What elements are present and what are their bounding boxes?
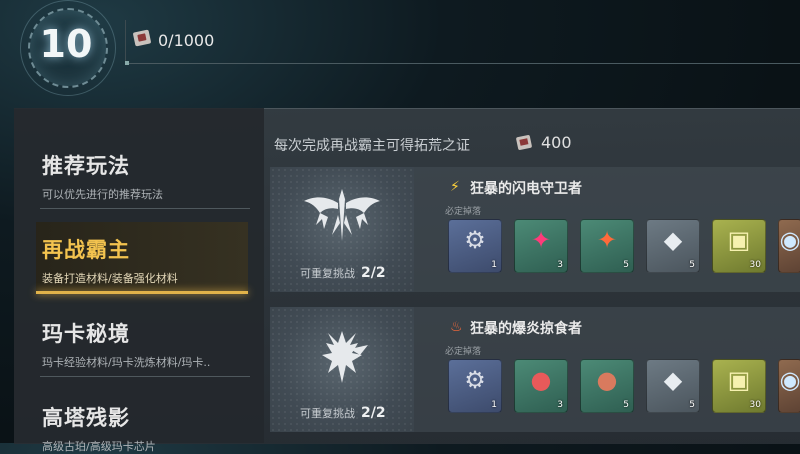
ore-icon: ◆ <box>663 226 683 254</box>
boss-thumbnail[interactable]: 可重复挑战 2/2 <box>270 167 414 292</box>
card-icon: ▣ <box>727 226 751 254</box>
drop-qty: 5 <box>623 260 629 270</box>
drop-item[interactable]: ● 3 <box>514 359 568 413</box>
boss-thumbnail[interactable]: 可重复挑战 2/2 <box>270 307 414 432</box>
sidebar-item-subtitle: 玛卡经验材料/玛卡洗炼材料/玛卡.. <box>42 356 211 369</box>
ticket-count: 0/1000 <box>158 31 215 50</box>
sidebar-item-title: 高塔残影 <box>42 406 130 430</box>
claw-gear-icon: ⚙ <box>464 226 486 254</box>
crystal-icon: ✦ <box>530 226 552 254</box>
retry-label: 可重复挑战 <box>300 267 355 280</box>
drop-qty: 3 <box>557 400 563 410</box>
header-underline <box>125 61 800 65</box>
lightning-icon: ⚡ <box>450 179 460 195</box>
sidebar-item-title: 玛卡秘境 <box>42 322 130 346</box>
drop-item[interactable]: ● 5 <box>580 359 634 413</box>
sidebar-item-subtitle: 可以优先进行的推荐玩法 <box>42 188 163 201</box>
drop-qty: 5 <box>689 260 695 270</box>
capsule-icon: ● <box>596 366 618 394</box>
top-bar: 10 0/1000 <box>0 0 800 100</box>
drop-label: 必定掉落 <box>445 347 482 357</box>
capsule-icon: ● <box>530 366 552 394</box>
retry-value: 2/2 <box>361 405 386 421</box>
beast-silhouette-icon <box>322 331 368 383</box>
level-number: 10 <box>39 22 93 66</box>
drop-qty: 30 <box>749 260 761 270</box>
sidebar-item-rematch-overlord[interactable]: 再战霸主 装备打造材料/装备强化材料 <box>28 234 248 286</box>
retry-value: 2/2 <box>361 265 386 281</box>
ore-icon: ◆ <box>663 366 683 394</box>
crystal-icon: ✦ <box>596 226 618 254</box>
chip-icon: ◉ <box>779 366 800 394</box>
drop-qty: 30 <box>749 400 761 410</box>
boss-card-lightning[interactable]: 可重复挑战 2/2 ⚡ 狂暴的闪电守卫者 必定掉落 ⚙ 1 ✦ 3 ✦ 5 ◆ 5… <box>270 167 800 292</box>
drop-qty: 1 <box>491 400 497 410</box>
sidebar-item-maca-realm[interactable]: 玛卡秘境 玛卡经验材料/玛卡洗炼材料/玛卡.. <box>28 318 248 370</box>
sidebar-item-title: 再战霸主 <box>42 238 130 262</box>
boss-name: 狂暴的闪电守卫者 <box>470 181 582 197</box>
reward-info-text: 每次完成再战霸主可得拓荒之证 <box>274 138 470 154</box>
sidebar-item-tower-shadow[interactable]: 高塔残影 高级古珀/高级玛卡芯片 <box>28 402 248 454</box>
drop-label: 必定掉落 <box>445 207 482 217</box>
boss-card-fire[interactable]: 可重复挑战 2/2 ♨ 狂暴的爆炎掠食者 必定掉落 ⚙ 1 ● 3 ● 5 ◆ 5… <box>270 307 800 432</box>
card-icon: ▣ <box>727 366 751 394</box>
drop-item[interactable]: ◉ <box>778 219 800 273</box>
drop-item[interactable]: ⚙ 1 <box>448 219 502 273</box>
sidebar-divider <box>40 208 250 209</box>
drop-qty: 3 <box>557 260 563 270</box>
boss-name: 狂暴的爆炎掠食者 <box>470 321 582 337</box>
drop-item[interactable]: ▣ 30 <box>712 219 766 273</box>
drop-item[interactable]: ◆ 5 <box>646 359 700 413</box>
fire-icon: ♨ <box>450 319 463 335</box>
header-divider <box>125 20 126 64</box>
drop-item[interactable]: ⚙ 1 <box>448 359 502 413</box>
sidebar-item-title: 推荐玩法 <box>42 154 130 178</box>
sidebar-item-recommended[interactable]: 推荐玩法 可以优先进行的推荐玩法 <box>28 150 248 202</box>
drop-item[interactable]: ✦ 5 <box>580 219 634 273</box>
drop-item[interactable]: ◆ 5 <box>646 219 700 273</box>
sidebar-active-indicator <box>36 291 248 294</box>
retry-label: 可重复挑战 <box>300 407 355 420</box>
retry-info: 可重复挑战 2/2 <box>300 405 386 421</box>
chip-icon: ◉ <box>779 226 800 254</box>
drop-item[interactable]: ◉ <box>778 359 800 413</box>
drop-qty: 5 <box>689 400 695 410</box>
sidebar-item-subtitle: 装备打造材料/装备强化材料 <box>42 272 178 285</box>
ticket-icon <box>132 29 152 47</box>
drop-item[interactable]: ▣ 30 <box>712 359 766 413</box>
dragon-silhouette-icon <box>304 189 380 241</box>
drop-qty: 5 <box>623 400 629 410</box>
reward-amount: 400 <box>541 133 572 152</box>
gauntlet-gear-icon: ⚙ <box>464 366 486 394</box>
drop-item[interactable]: ✦ 3 <box>514 219 568 273</box>
retry-info: 可重复挑战 2/2 <box>300 265 386 281</box>
sidebar-item-subtitle: 高级古珀/高级玛卡芯片 <box>42 440 156 453</box>
drop-qty: 1 <box>491 260 497 270</box>
sidebar-divider <box>40 376 250 377</box>
